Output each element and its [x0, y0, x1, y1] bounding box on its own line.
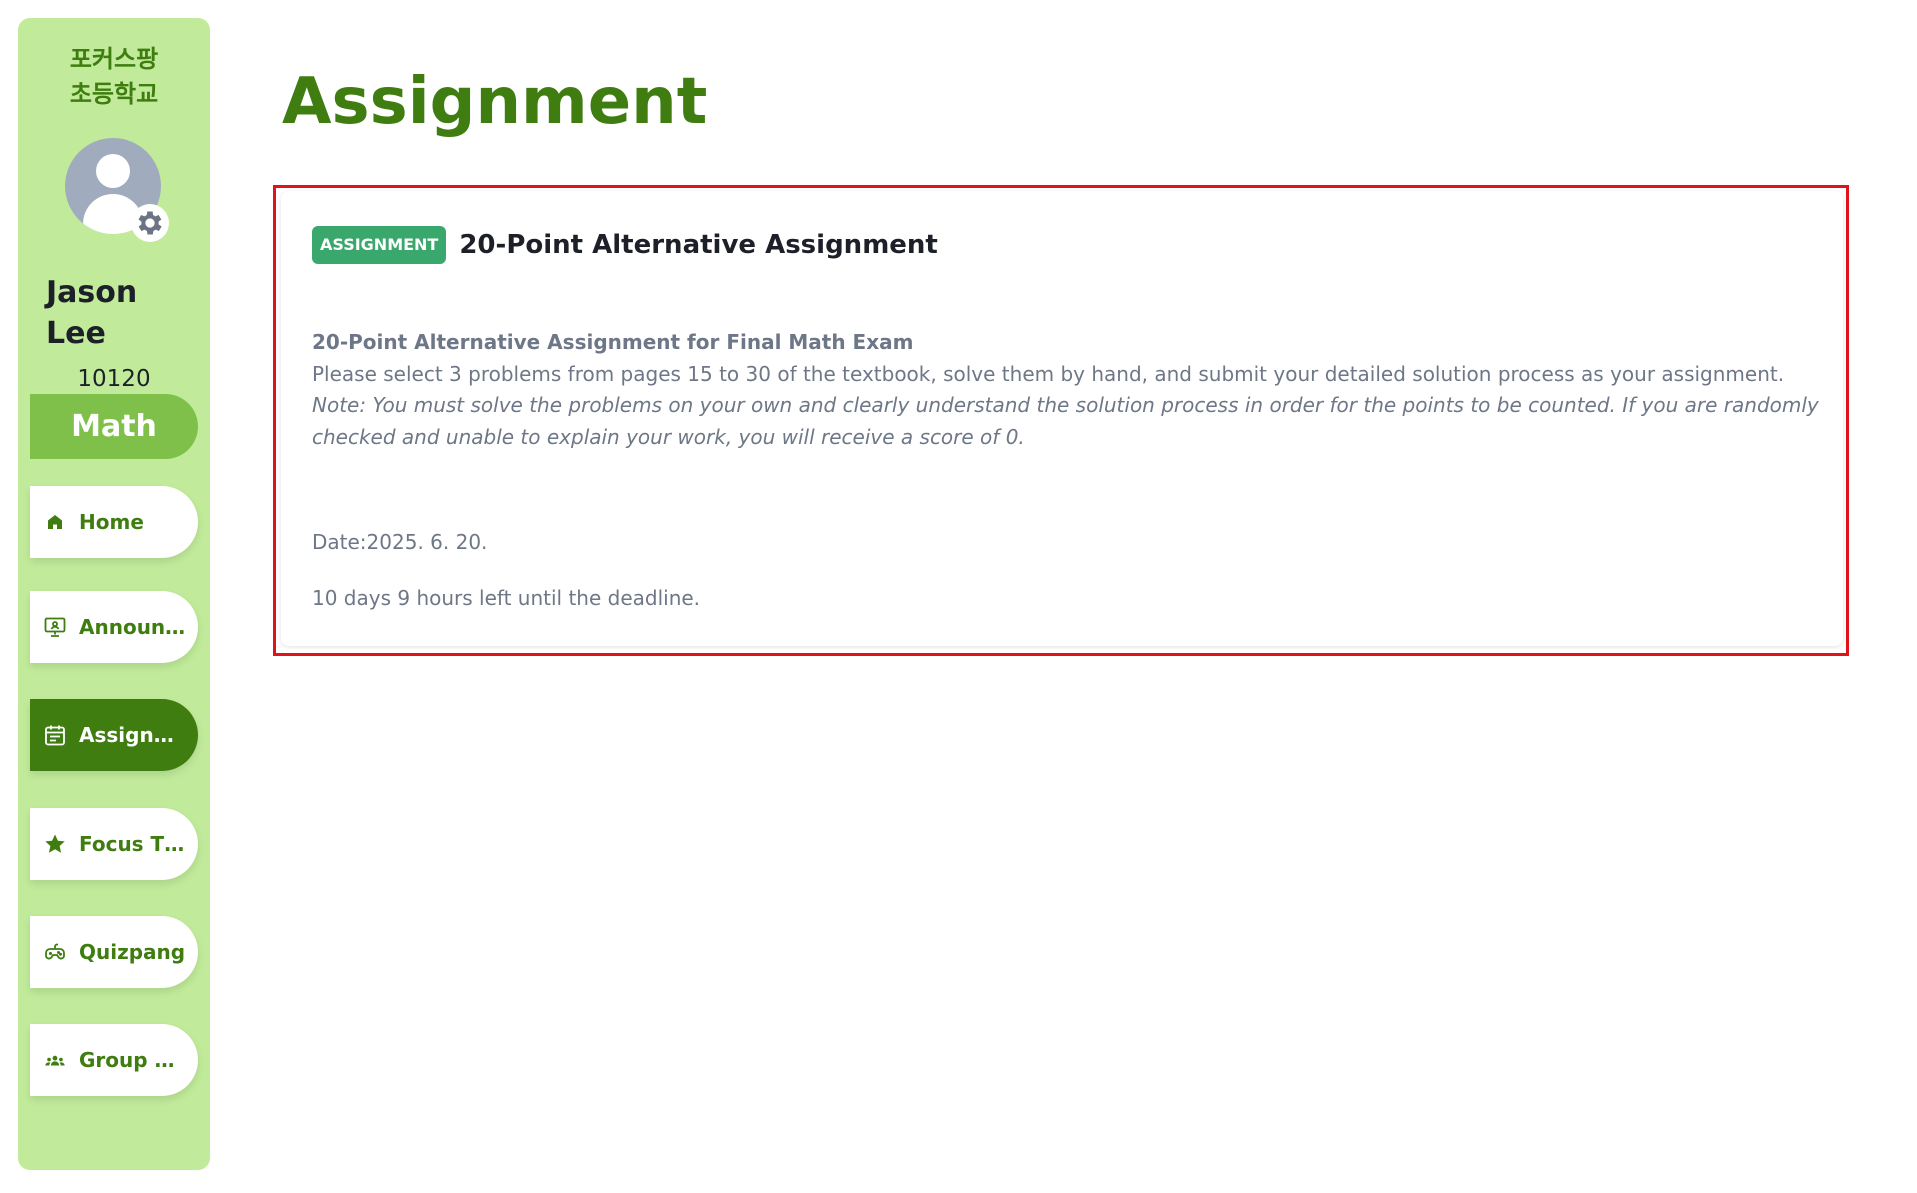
school-name-line2: 초등학교 — [69, 80, 159, 108]
assignment-badge: ASSIGNMENT — [312, 226, 447, 264]
assignment-date: Date:2025. 6. 20. — [312, 530, 488, 554]
sidebar-item-announcements[interactable]: Announc... — [30, 591, 198, 663]
page-title: Assignment — [282, 65, 708, 139]
assignment-title: 20-Point Alternative Assignment — [459, 230, 938, 260]
user-first-name: Jason — [46, 275, 138, 310]
assignment-description: 20-Point Alternative Assignment for Fina… — [312, 327, 1822, 453]
sidebar-item-label: Home — [79, 510, 144, 534]
school-name-line1: 포커스팡 — [69, 45, 159, 73]
user-name: Jason Lee — [46, 272, 196, 354]
sidebar-item-group-activity[interactable]: Group Ac... — [30, 1024, 198, 1096]
group-icon — [42, 1047, 68, 1073]
assignment-card-header: ASSIGNMENT 20-Point Alternative Assignme… — [312, 226, 938, 264]
presentation-icon — [42, 614, 68, 640]
user-id: 10120 — [77, 366, 151, 392]
sidebar-item-label: Group Ac... — [79, 1048, 189, 1072]
sidebar-item-label: Focus Ti... — [79, 832, 189, 856]
sidebar: 포커스팡 초등학교 Jason Lee 10120 Math Home Anno… — [18, 18, 210, 1170]
home-icon — [42, 509, 68, 535]
sidebar-item-label: Assignm... — [79, 723, 189, 747]
user-last-name: Lee — [46, 316, 106, 351]
assignment-deadline: 10 days 9 hours left until the deadline. — [312, 586, 701, 610]
sidebar-item-focus-time[interactable]: Focus Ti... — [30, 808, 198, 880]
star-icon — [42, 831, 68, 857]
assignment-subtitle: 20-Point Alternative Assignment for Fina… — [312, 330, 914, 354]
assignment-instruction: Please select 3 problems from pages 15 t… — [312, 361, 1785, 386]
assignment-note: Note: You must solve the problems on you… — [312, 393, 1819, 449]
sidebar-item-label: Quizpang — [79, 940, 186, 964]
avatar-head — [96, 154, 130, 188]
sidebar-item-assignments[interactable]: Assignm... — [30, 699, 198, 771]
sidebar-item-label: Announc... — [79, 615, 189, 639]
gamepad-icon — [42, 939, 68, 965]
subject-label: Math — [30, 394, 198, 459]
profile-avatar[interactable] — [65, 138, 169, 242]
school-name: 포커스팡 초등학교 — [18, 42, 210, 112]
assignment-card[interactable]: ASSIGNMENT 20-Point Alternative Assignme… — [281, 191, 1843, 646]
sidebar-item-home[interactable]: Home — [30, 486, 198, 558]
calendar-icon — [42, 722, 68, 748]
sidebar-item-quizpang[interactable]: Quizpang — [30, 916, 198, 988]
gear-icon[interactable] — [131, 204, 169, 242]
